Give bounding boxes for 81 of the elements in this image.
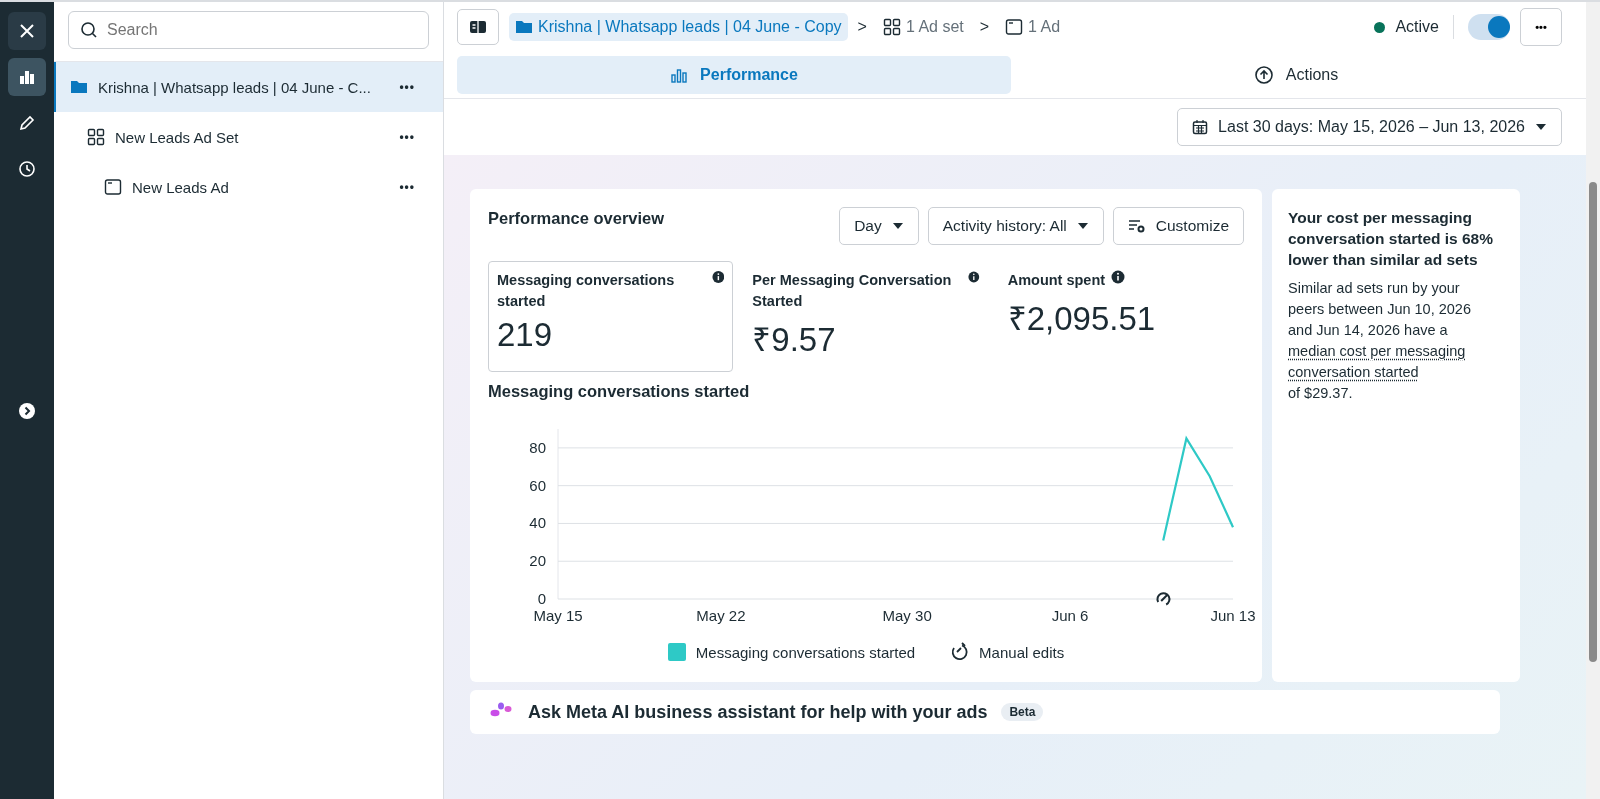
- caret-icon: [1535, 123, 1547, 131]
- search-field[interactable]: Search: [68, 11, 429, 49]
- tree-item-label: New Leads Ad: [132, 178, 230, 196]
- assistant-title: Ask Meta AI business assistant for help with your ads: [528, 701, 988, 723]
- breadcrumb-link[interactable]: 1 Ad set: [876, 13, 970, 41]
- chevron-right-icon: [18, 402, 36, 420]
- breadcrumb-separator: >: [979, 18, 990, 36]
- upload-icon: [1253, 65, 1274, 85]
- tab[interactable]: Performance: [457, 56, 1011, 94]
- tree-item[interactable]: New Leads Ad •••: [54, 162, 443, 212]
- folder-icon: [515, 19, 533, 35]
- card-title: Performance overview: [488, 208, 665, 228]
- date-range-picker[interactable]: Last 30 days: May 15, 2026 – Jun 13, 2026: [1177, 108, 1562, 146]
- breadcrumb-link[interactable]: 1 Ad: [999, 13, 1067, 41]
- y-axis-label: 20: [529, 552, 546, 570]
- x-axis-label: Jun 6: [1051, 607, 1089, 624]
- dropdown-button[interactable]: Activity history: All: [927, 207, 1104, 245]
- x-axis-label: May 15: [533, 607, 583, 624]
- caret-icon: [891, 222, 904, 230]
- more-options-button[interactable]: •••: [393, 79, 421, 95]
- pencil-icon: [18, 114, 36, 132]
- metric-tile[interactable]: Per Messaging Conversation Started ₹9.57: [743, 261, 989, 372]
- y-axis-label: 60: [529, 476, 546, 494]
- folder-icon: [70, 79, 88, 95]
- toggle-switch[interactable]: [1468, 14, 1510, 40]
- settings-icon: [1127, 218, 1146, 234]
- customize-button[interactable]: Customize: [1112, 207, 1244, 245]
- tree-item[interactable]: Krishna | Whatsapp leads | 04 June - C... •••: [54, 62, 443, 112]
- tree-item[interactable]: New Leads Ad Set •••: [54, 112, 443, 162]
- close-icon: [18, 22, 36, 40]
- metric-tile[interactable]: Messaging conversations started 219: [488, 261, 734, 372]
- scrollbar-thumb[interactable]: [1589, 182, 1597, 662]
- info-icon: [1111, 270, 1126, 284]
- y-axis-label: 80: [529, 438, 546, 456]
- clock-icon: [18, 160, 36, 178]
- y-axis-label: 0: [537, 590, 546, 607]
- chart-title: Messaging conversations started: [488, 382, 751, 401]
- grid-icon: [882, 18, 901, 36]
- metric-value: 219: [497, 316, 554, 354]
- timer-icon: [949, 642, 970, 662]
- metric-label: Amount spent: [1007, 271, 1106, 290]
- x-axis-label: May 30: [882, 607, 932, 624]
- search-icon: [80, 21, 98, 39]
- y-axis-label: 40: [529, 514, 546, 532]
- close-rail-button[interactable]: [8, 12, 46, 50]
- bar-chart-icon: [670, 67, 689, 83]
- side-panel-icon: [469, 19, 487, 35]
- bar-chart-icon: [18, 68, 36, 86]
- beta-badge: Beta: [1001, 703, 1044, 721]
- insight-title: Your cost per messaging conversation started is 68% lower than similar ad sets: [1288, 208, 1495, 270]
- status-label: Active: [1395, 18, 1439, 36]
- calendar-icon: [1192, 119, 1209, 135]
- window-icon: [104, 178, 122, 196]
- window-icon: [1005, 18, 1024, 36]
- metric-label: Messaging conversations started: [497, 271, 676, 311]
- more-options-button[interactable]: •••: [393, 179, 421, 195]
- chart-rail-button[interactable]: [8, 58, 46, 96]
- panel-toggle-button[interactable]: [457, 9, 499, 45]
- manual-edit-marker-icon[interactable]: [1156, 592, 1171, 606]
- dropdown-button[interactable]: Day: [839, 207, 919, 245]
- metric-value: ₹9.57: [752, 320, 837, 360]
- caret-icon: [1076, 222, 1089, 230]
- tab[interactable]: Actions: [1019, 56, 1573, 94]
- breadcrumb-separator: >: [857, 18, 867, 36]
- metric-label: Per Messaging Conversation Started: [752, 271, 953, 311]
- info-icon: [968, 270, 980, 284]
- metric-value: ₹2,095.51: [1007, 299, 1157, 339]
- tree-item-label: New Leads Ad Set: [115, 128, 240, 146]
- more-options-button[interactable]: •••: [393, 129, 421, 145]
- more-options-button[interactable]: •••: [1520, 8, 1562, 46]
- x-axis-label: May 22: [696, 607, 746, 624]
- info-icon: [711, 270, 725, 284]
- breadcrumb-link[interactable]: Krishna | Whatsapp leads | 04 June - Copy: [509, 13, 848, 41]
- status-dot: [1374, 21, 1386, 33]
- legend-label: Messaging conversations started: [695, 643, 916, 661]
- grid-icon: [87, 128, 105, 146]
- x-axis-label: Jun 13: [1210, 607, 1256, 624]
- insight-text: Similar ad sets run by your peers between Jun 10, 2026 and Jun 14, 2026 have a median cost per messaging conversation started of $29.37.: [1288, 278, 1493, 404]
- tree-item-label: Krishna | Whatsapp leads | 04 June - C...: [98, 78, 372, 96]
- metric-tile[interactable]: Amount spent ₹2,095.51: [998, 261, 1244, 372]
- legend-label: Manual edits: [979, 643, 1065, 661]
